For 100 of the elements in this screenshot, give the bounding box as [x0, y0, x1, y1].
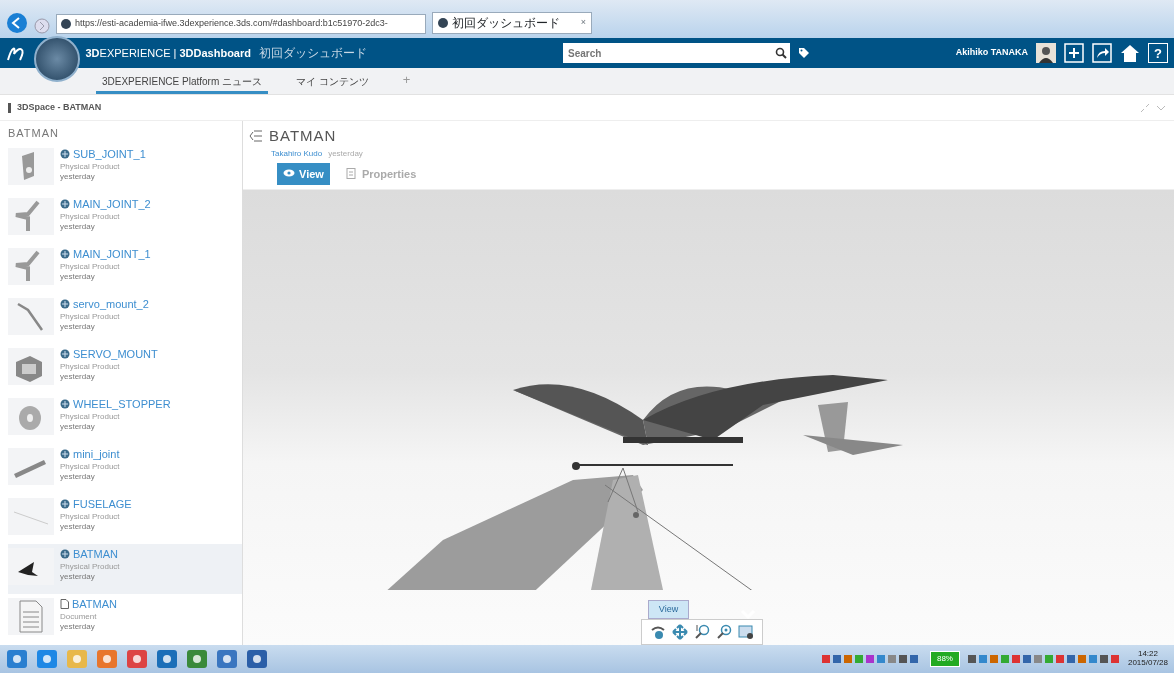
list-item[interactable]: SUB_JOINT_1 Physical Product yesterday	[8, 143, 242, 194]
product-icon	[60, 398, 70, 409]
item-date: yesterday	[60, 171, 96, 182]
list-item[interactable]: MAIN_JOINT_2 Physical Product yesterday	[8, 193, 242, 244]
list-title: BATMAN	[8, 126, 61, 141]
item-date: yesterday	[60, 321, 96, 332]
product-icon	[60, 248, 70, 259]
dashboard-tab[interactable]: 3DEXPERIENCE Platform ニュース	[96, 73, 269, 94]
thumbnail	[8, 197, 54, 235]
list-item[interactable]: servo_mount_2 Physical Product yesterday	[8, 293, 242, 344]
item-name[interactable]: BATMAN	[72, 595, 118, 612]
close-tab-button[interactable]: ×	[580, 16, 586, 30]
item-type: Document	[60, 612, 98, 622]
product-icon	[60, 498, 70, 509]
item-date: yesterday	[60, 221, 96, 232]
item-date: yesterday	[60, 621, 96, 632]
thumbnail	[8, 297, 54, 335]
detail-title: BATMAN	[269, 126, 337, 146]
list-item[interactable]: BATMAN Document yesterday	[8, 593, 242, 644]
tag-icon[interactable]	[797, 47, 810, 59]
help-button[interactable]: ?	[1148, 43, 1168, 63]
clock-time[interactable]: 14:22	[1127, 650, 1168, 659]
avatar-icon[interactable]	[1036, 43, 1056, 63]
url-text: https://esti-academia-ifwe.3dexperience.3ds.com/#dashboard:b1c51970-2dc3-	[75, 17, 388, 31]
thumbnail	[8, 347, 54, 385]
item-name[interactable]: mini_joint	[73, 445, 120, 462]
product-icon	[60, 448, 70, 459]
document-icon	[345, 168, 358, 180]
view-toolbar-tab[interactable]: View	[647, 599, 690, 619]
thumbnail	[8, 547, 54, 585]
item-type: Physical Product	[60, 412, 121, 422]
clock-date[interactable]: 2015/07/28	[1127, 659, 1168, 668]
document-icon	[60, 598, 69, 609]
product-icon	[60, 348, 70, 359]
item-name[interactable]: MAIN_JOINT_1	[73, 245, 151, 262]
product-icon	[60, 148, 70, 159]
product-icon	[60, 298, 70, 309]
dashboard-name[interactable]: 初回ダッシュボード	[259, 44, 367, 62]
thumbnail	[8, 497, 54, 535]
add-tab-button[interactable]: +	[396, 68, 417, 94]
pan-icon[interactable]	[672, 624, 688, 640]
modified-date: yesterday	[328, 148, 363, 158]
list-item[interactable]: WHEEL_STOPPER Physical Product yesterday	[8, 393, 242, 444]
user-name[interactable]: Akihiko TANAKA	[955, 46, 1028, 60]
item-type: Physical Product	[60, 362, 121, 372]
item-type: Physical Product	[60, 162, 121, 172]
collapse-icon[interactable]	[249, 130, 263, 143]
item-date: yesterday	[60, 271, 96, 282]
app-marker	[8, 102, 11, 113]
globe-icon	[438, 18, 448, 28]
dashboard-tab[interactable]: マイ コンテンツ	[290, 73, 375, 94]
thumbnail	[8, 397, 54, 435]
item-name[interactable]: MAIN_JOINT_2	[73, 195, 151, 212]
item-name[interactable]: WHEEL_STOPPER	[73, 395, 171, 412]
list-item[interactable]: BATMAN Physical Product yesterday	[8, 543, 242, 594]
thumbnail	[8, 447, 54, 485]
item-type: Physical Product	[60, 262, 121, 272]
list-item[interactable]: mini_joint Physical Product yesterday	[8, 443, 242, 494]
rotate-icon[interactable]	[650, 624, 666, 640]
browser-tab[interactable]: 初回ダッシュボード ×	[432, 12, 592, 34]
globe-icon	[61, 19, 71, 29]
detail-tab[interactable]: View	[277, 162, 330, 185]
item-type: Physical Product	[60, 312, 121, 322]
brand-title: 3DEXPERIENCE | 3DDashboard	[84, 45, 251, 61]
item-type: Physical Product	[60, 212, 121, 222]
item-date: yesterday	[60, 521, 96, 532]
fit-all-icon[interactable]	[738, 624, 754, 640]
add-icon[interactable]	[1064, 43, 1084, 63]
list-item[interactable]: MAIN_JOINT_1 Physical Product yesterday	[8, 243, 242, 294]
thumbnail	[8, 597, 54, 635]
list-item[interactable]: SERVO_MOUNT Physical Product yesterday	[8, 343, 242, 394]
item-date: yesterday	[60, 421, 96, 432]
search-icon[interactable]	[775, 47, 787, 59]
list-item[interactable]: FUSELAGE Physical Product yesterday	[8, 493, 242, 544]
address-bar[interactable]: https://esti-academia-ifwe.3dexperience.3ds.com/#dashboard:b1c51970-2dc3-	[56, 14, 426, 34]
item-type: Physical Product	[60, 512, 121, 522]
product-icon	[60, 548, 70, 559]
breadcrumb-text: 3DSpace - BATMAN	[17, 100, 102, 114]
tab-title: 初回ダッシュボード	[452, 15, 561, 32]
item-date: yesterday	[60, 471, 96, 482]
tray-icons-drawing[interactable]	[967, 652, 1120, 666]
zoom-area-icon[interactable]	[716, 624, 732, 640]
item-type: Physical Product	[60, 462, 120, 472]
zoom-icon[interactable]	[694, 624, 710, 640]
author-link[interactable]: Takahiro Kudo	[271, 148, 323, 158]
back-icon[interactable]	[6, 12, 28, 34]
item-name[interactable]: SERVO_MOUNT	[73, 345, 158, 362]
item-type: Physical Product	[60, 562, 120, 572]
search-field[interactable]: Search	[563, 43, 775, 63]
item-name[interactable]: BATMAN	[73, 545, 119, 562]
item-date: yesterday	[60, 571, 96, 582]
item-name[interactable]: SUB_JOINT_1	[73, 145, 146, 162]
thumbnail	[8, 247, 54, 285]
thumbnail	[8, 147, 54, 185]
item-name[interactable]: FUSELAGE	[73, 495, 132, 512]
item-date: yesterday	[60, 371, 96, 382]
item-name[interactable]: servo_mount_2	[73, 295, 149, 312]
home-icon[interactable]	[1120, 43, 1140, 63]
battery-indicator[interactable]: 88%	[929, 651, 960, 667]
share-icon[interactable]	[1092, 43, 1112, 63]
